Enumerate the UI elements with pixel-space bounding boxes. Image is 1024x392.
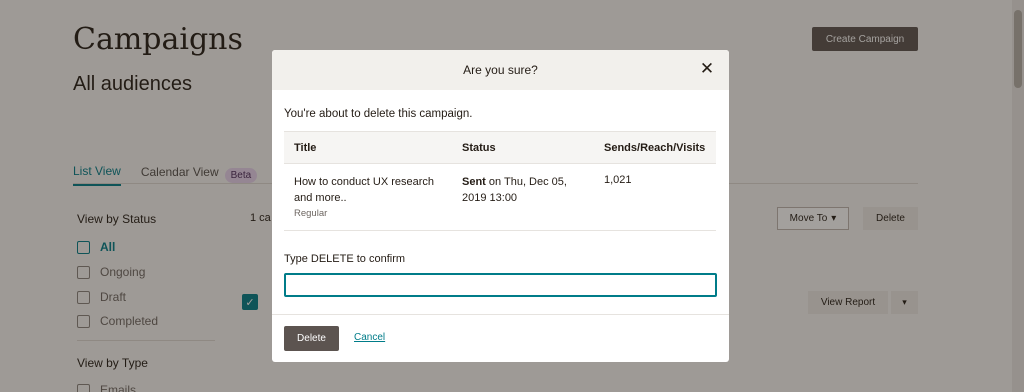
sends-cell: 1,021 (604, 174, 632, 186)
footer-divider (272, 314, 729, 315)
table-header: Title Status Sends/Reach/Visits (284, 131, 716, 164)
delete-button[interactable]: Delete (284, 326, 339, 351)
table-row: How to conduct UX research and more.. Re… (284, 164, 716, 231)
column-status: Status (462, 141, 496, 154)
column-sends: Sends/Reach/Visits (604, 141, 706, 154)
confirm-delete-input[interactable] (284, 273, 717, 297)
confirm-label: Type DELETE to confirm (284, 253, 406, 265)
dialog-title: Are you sure? (463, 63, 538, 77)
campaign-title: How to conduct UX research and more.. (294, 176, 435, 204)
campaign-type: Regular (294, 208, 328, 219)
close-icon[interactable]: ✕ (699, 60, 715, 77)
column-title: Title (294, 141, 317, 154)
dialog-header: Are you sure? ✕ (272, 50, 729, 90)
status-cell: Sent on Thu, Dec 05, 2019 13:00 (452, 174, 594, 206)
delete-campaign-dialog: Are you sure? ✕ You're about to delete t… (272, 50, 729, 362)
cancel-link[interactable]: Cancel (354, 332, 385, 343)
status-sent: Sent (462, 176, 486, 188)
campaign-table: Title Status Sends/Reach/Visits How to c… (284, 131, 716, 231)
title-cell: How to conduct UX research and more.. Re… (284, 174, 452, 219)
dialog-message: You're about to delete this campaign. (284, 108, 473, 120)
